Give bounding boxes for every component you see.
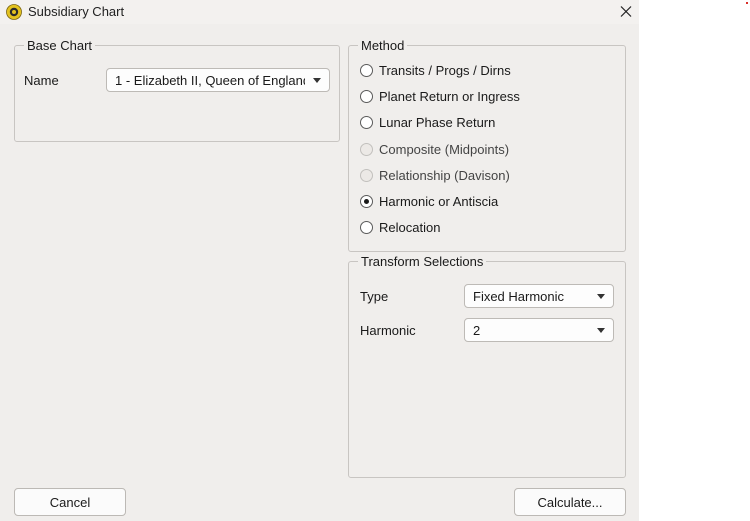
radio-label: Relationship (Davison) [379, 168, 510, 183]
chevron-down-icon [597, 294, 605, 299]
radio-label: Transits / Progs / Dirns [379, 63, 511, 78]
window-title: Subsidiary Chart [28, 4, 125, 19]
radio-label: Relocation [379, 220, 441, 235]
radio-button-checked-icon [360, 195, 373, 208]
harmonic-label: Harmonic [360, 323, 416, 338]
chevron-down-icon [313, 78, 321, 83]
radio-button-icon [360, 169, 373, 182]
harmonic-select[interactable]: 2 [464, 318, 614, 342]
transform-selections-legend: Transform Selections [361, 254, 484, 269]
radio-button-icon [360, 221, 373, 234]
radio-button-icon [360, 64, 373, 77]
radio-label: Harmonic or Antiscia [379, 194, 499, 209]
type-value: Fixed Harmonic [473, 289, 565, 304]
base-chart-name-select[interactable]: 1 - Elizabeth II, Queen of England [106, 68, 330, 92]
cancel-button[interactable]: Cancel [14, 488, 126, 516]
radio-label: Planet Return or Ingress [379, 89, 520, 104]
base-chart-legend: Base Chart [27, 38, 93, 53]
base-chart-name-value: 1 - Elizabeth II, Queen of England [115, 73, 305, 88]
radio-label: Lunar Phase Return [379, 115, 496, 130]
type-select[interactable]: Fixed Harmonic [464, 284, 614, 308]
name-label: Name [24, 73, 59, 88]
radio-button-icon [360, 90, 373, 103]
radio-label: Composite (Midpoints) [379, 142, 510, 157]
type-label: Type [360, 289, 389, 304]
radio-button-icon [360, 143, 373, 156]
harmonic-value: 2 [473, 323, 481, 338]
accent-marker [746, 2, 748, 4]
method-options: Transits / Progs / Dirns Planet Return o… [348, 0, 626, 252]
dialog-window: Subsidiary Chart Base Chart Name 1 - Eli… [0, 0, 639, 521]
calculate-button[interactable]: Calculate... [514, 488, 626, 516]
radio-button-icon [360, 116, 373, 129]
app-logo-icon [6, 4, 22, 20]
chevron-down-icon [597, 328, 605, 333]
